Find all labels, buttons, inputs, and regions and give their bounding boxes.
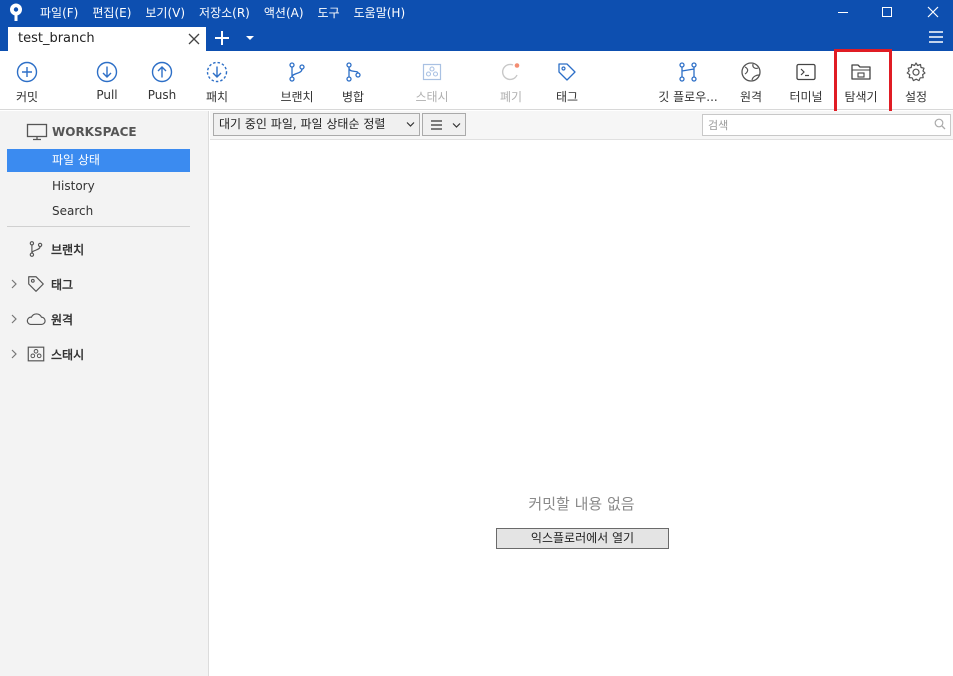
settings-label: 설정 — [904, 90, 928, 104]
sidebar-item-search[interactable]: Search — [7, 200, 190, 223]
branch-label: 브랜치 — [280, 90, 314, 104]
pull-button[interactable]: Pull — [88, 51, 126, 110]
main-toolbar: 커밋 Pull Push 패치 브랜치 병합 스태시 폐기 태그 깃 플로우..… — [0, 51, 953, 110]
cloud-icon — [26, 313, 46, 326]
terminal-icon — [796, 63, 816, 81]
tag-icon — [558, 63, 576, 81]
empty-state-message: 커밋할 내용 없음 — [528, 495, 635, 513]
merge-label: 병합 — [341, 90, 365, 104]
open-in-explorer-button[interactable]: 익스플로러에서 열기 — [496, 528, 669, 549]
close-window-button[interactable] — [910, 0, 953, 24]
gitflow-icon — [679, 62, 697, 82]
menu-repository[interactable]: 저장소(R) — [199, 4, 250, 21]
merge-icon — [346, 62, 361, 82]
explorer-highlight-box — [834, 49, 892, 119]
maximize-icon — [882, 7, 892, 17]
sidebar-divider — [7, 226, 190, 227]
sidebar-section-tags[interactable]: 태그 — [8, 272, 73, 296]
gitflow-button[interactable]: 깃 플로우... — [656, 51, 720, 110]
sidebar-section-branches[interactable]: 브랜치 — [8, 237, 84, 261]
branch-icon — [29, 241, 43, 257]
menu-bar: 파일(F) 편집(E) 보기(V) 저장소(R) 액션(A) 도구 도움말(H) — [40, 0, 419, 24]
chevron-down-icon — [406, 122, 415, 127]
settings-button[interactable]: 설정 — [900, 51, 932, 110]
sidebar-stashes-label: 스태시 — [51, 347, 85, 362]
sidebar-item-history[interactable]: History — [7, 175, 190, 198]
gear-icon — [906, 62, 926, 82]
file-filter-bar: 대기 중인 파일, 파일 상태순 정렬 — [210, 111, 953, 140]
new-tab-plus-icon[interactable] — [212, 27, 232, 49]
push-label: Push — [147, 88, 177, 102]
stash-label: 스태시 — [415, 90, 449, 104]
merge-button[interactable]: 병합 — [334, 51, 372, 110]
fetch-button[interactable]: 패치 — [198, 51, 236, 110]
pull-label: Pull — [96, 88, 118, 102]
globe-icon — [741, 62, 761, 82]
commit-label: 커밋 — [15, 90, 39, 104]
tag-label: 태그 — [555, 90, 579, 104]
chevron-down-icon — [452, 123, 461, 128]
tab-close-icon[interactable] — [187, 27, 201, 51]
terminal-button[interactable]: 터미널 — [784, 51, 828, 110]
chevron-right-icon[interactable] — [10, 279, 18, 289]
push-arrow-up-icon — [151, 61, 173, 83]
file-filter-value: 대기 중인 파일, 파일 상태순 정렬 — [219, 117, 386, 131]
chevron-right-icon[interactable] — [10, 349, 18, 359]
remote-label: 원격 — [739, 90, 763, 104]
hamburger-menu-icon[interactable] — [928, 30, 944, 44]
commit-plus-icon — [16, 61, 38, 83]
file-filter-dropdown[interactable]: 대기 중인 파일, 파일 상태순 정렬 — [213, 113, 420, 136]
monitor-icon — [26, 123, 48, 141]
menu-file[interactable]: 파일(F) — [40, 4, 78, 21]
fetch-label: 패치 — [205, 90, 229, 104]
stash-button[interactable]: 스태시 — [410, 51, 454, 110]
sidebar: WORKSPACE 파일 상태 History Search 브랜치 태그 원격… — [0, 111, 209, 676]
tab-dropdown-chevron-icon[interactable] — [245, 34, 255, 42]
repo-tab[interactable]: test_branch — [8, 27, 206, 51]
sidebar-branches-label: 브랜치 — [51, 242, 85, 257]
minimize-icon — [838, 12, 848, 13]
chevron-right-icon[interactable] — [10, 314, 18, 324]
repo-tab-title: test_branch — [18, 31, 95, 46]
title-bar: 파일(F) 편집(E) 보기(V) 저장소(R) 액션(A) 도구 도움말(H) — [0, 0, 953, 24]
search-input[interactable] — [702, 114, 951, 136]
tag-button[interactable]: 태그 — [550, 51, 584, 110]
sidebar-remotes-label: 원격 — [51, 312, 74, 327]
menu-view[interactable]: 보기(V) — [145, 4, 185, 21]
view-mode-dropdown[interactable] — [422, 113, 466, 136]
terminal-label: 터미널 — [789, 90, 823, 104]
gitflow-label: 깃 플로우... — [658, 90, 718, 104]
stash-icon — [422, 63, 442, 81]
fetch-arrow-down-dashed-icon — [206, 61, 228, 83]
close-icon — [927, 6, 939, 18]
menu-edit[interactable]: 편집(E) — [92, 4, 131, 21]
sidebar-item-file-status[interactable]: 파일 상태 — [7, 149, 190, 172]
workspace-header: WORKSPACE — [26, 123, 137, 141]
sidebar-section-stashes[interactable]: 스태시 — [8, 342, 84, 366]
stash-icon — [27, 346, 45, 362]
branch-button[interactable]: 브랜치 — [276, 51, 318, 110]
discard-refresh-icon — [501, 63, 520, 81]
menu-help[interactable]: 도움말(H) — [354, 4, 406, 21]
search-icon — [934, 118, 946, 130]
list-view-icon — [431, 120, 442, 130]
push-button[interactable]: Push — [142, 51, 182, 110]
discard-button[interactable]: 폐기 — [494, 51, 528, 110]
remote-button[interactable]: 원격 — [734, 51, 768, 110]
workspace-label: WORKSPACE — [52, 125, 137, 139]
tag-icon — [28, 276, 44, 292]
tab-bar: test_branch — [0, 24, 953, 51]
maximize-button[interactable] — [864, 0, 910, 24]
commit-button[interactable]: 커밋 — [8, 51, 46, 110]
menu-tools[interactable]: 도구 — [318, 4, 340, 21]
discard-label: 폐기 — [499, 90, 523, 104]
sourcetree-logo-icon — [10, 3, 22, 21]
branch-icon — [289, 62, 305, 82]
menu-actions[interactable]: 액션(A) — [264, 4, 304, 21]
pull-arrow-down-icon — [96, 61, 118, 83]
sidebar-tags-label: 태그 — [51, 277, 74, 292]
sidebar-section-remotes[interactable]: 원격 — [8, 307, 73, 331]
minimize-button[interactable] — [820, 0, 866, 24]
